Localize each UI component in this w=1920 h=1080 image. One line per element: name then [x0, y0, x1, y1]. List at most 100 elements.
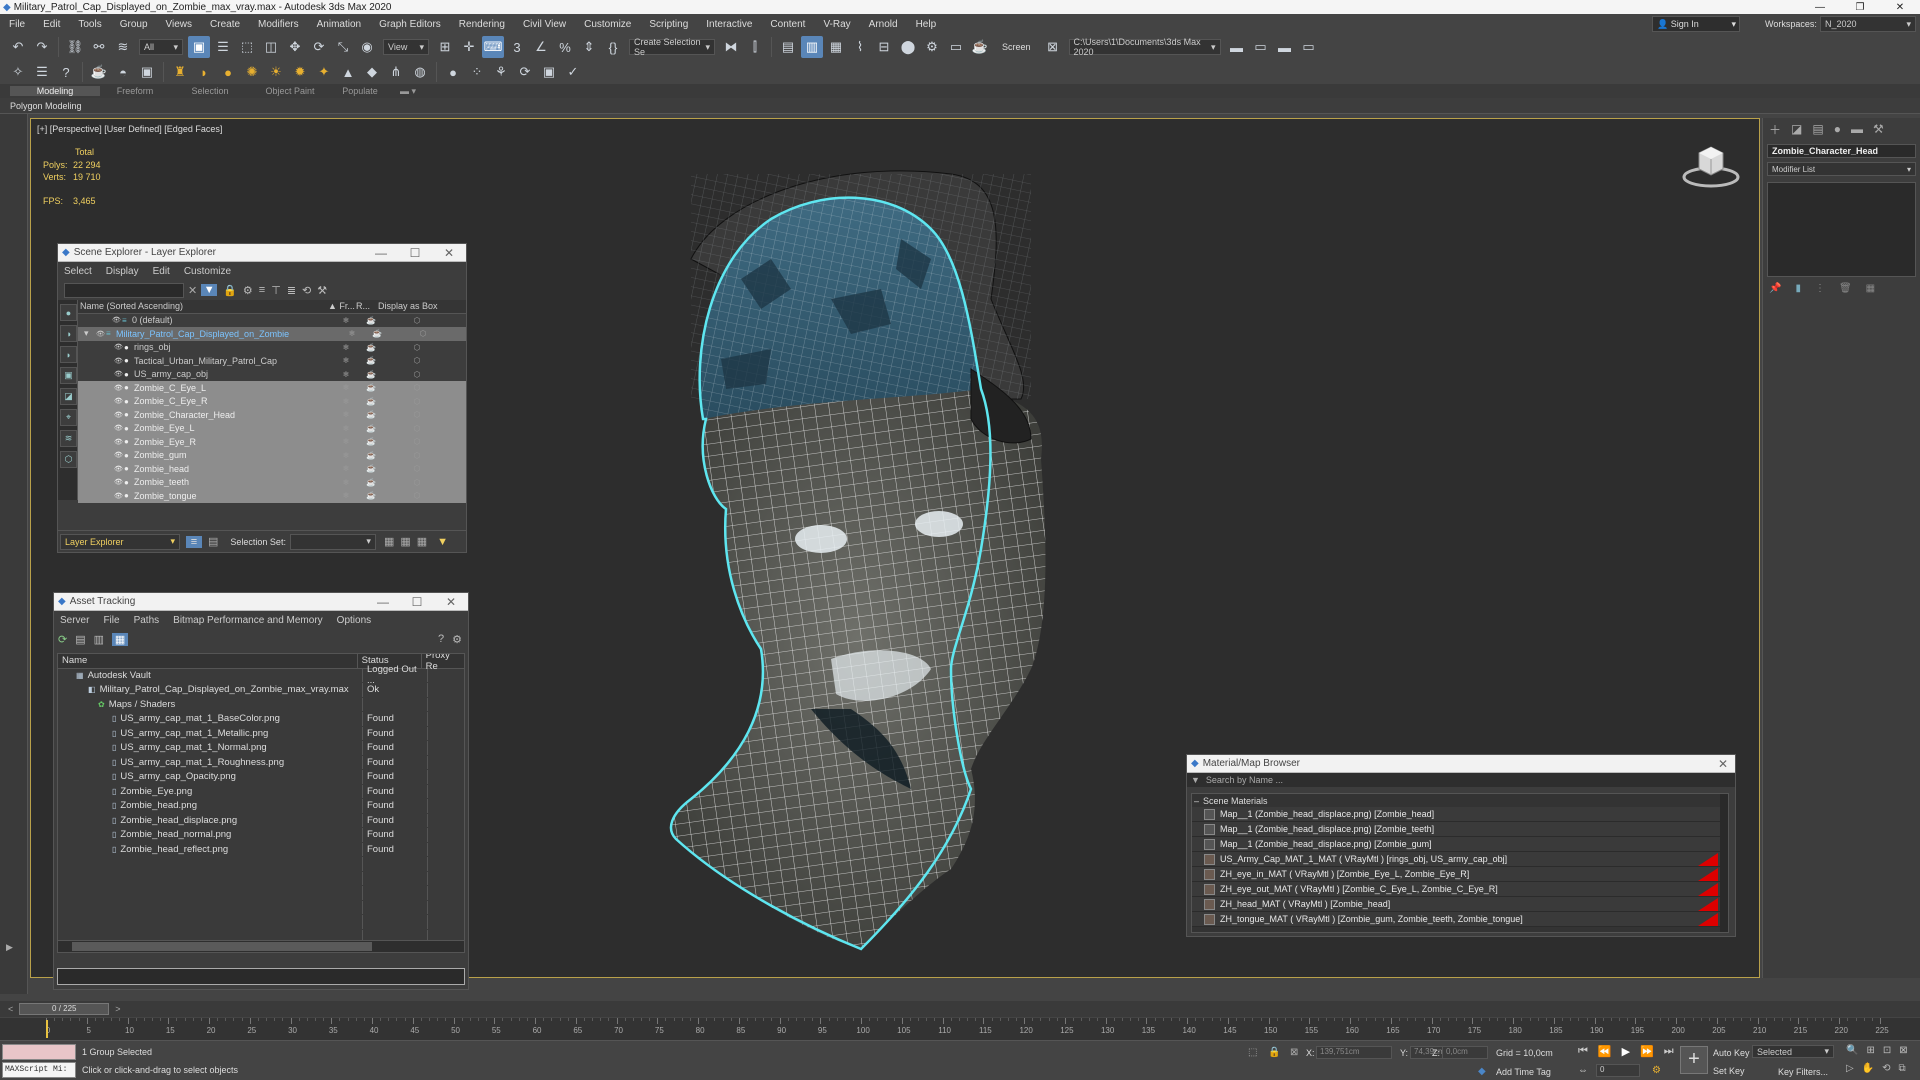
menu-help[interactable]: Help: [907, 19, 946, 30]
key-filter-selection-dropdown[interactable]: Selected ▾: [1752, 1045, 1834, 1058]
scene-explorer-titlebar[interactable]: ◆ Scene Explorer - Layer Explorer — ☐ ✕: [58, 244, 466, 262]
next-frame-icon[interactable]: >: [115, 1004, 120, 1014]
vray-teapot-icon[interactable]: ☕: [88, 61, 110, 83]
asset-row[interactable]: ▯ US_army_cap_mat_1_BaseColor.png Found: [58, 712, 464, 727]
scene-explorer-menu-customize[interactable]: Customize: [184, 266, 231, 277]
material-editor-icon[interactable]: ⬤: [897, 36, 919, 58]
sync-icon[interactable]: ⟲: [302, 284, 311, 297]
rotate-icon[interactable]: ⟳: [308, 36, 330, 58]
hierarchy-icon[interactable]: ⊤: [271, 284, 281, 297]
layer-tree-row[interactable]: 👁 ● Tactical_Urban_Military_Patrol_Cap ❄ ☕ ⬡: [78, 354, 466, 368]
refresh-icon[interactable]: ⟳: [58, 633, 67, 646]
add-time-tag-button[interactable]: Add Time Tag: [1496, 1067, 1551, 1077]
scene-explorer-search-input[interactable]: [64, 282, 184, 298]
horizontal-scrollbar[interactable]: [58, 940, 464, 952]
vray-ies-light-icon[interactable]: ✺: [241, 61, 263, 83]
layer-tree-row[interactable]: 👁 ● Zombie_teeth ❄ ☕ ⬡: [78, 475, 466, 489]
current-frame-field[interactable]: 0: [1596, 1064, 1640, 1077]
z-coord-field[interactable]: 0,0cm: [1442, 1046, 1488, 1059]
selection-filter-dropdown[interactable]: All ▾: [139, 39, 183, 55]
render-production-icon[interactable]: ☕: [969, 36, 991, 58]
zoom-extents-all-icon[interactable]: ⊠: [1899, 1045, 1907, 1056]
filter-funnel-icon[interactable]: ▼: [437, 536, 448, 548]
menu-file[interactable]: File: [0, 19, 34, 30]
asset-tracking-menu-server[interactable]: Server: [60, 615, 89, 626]
link-icon[interactable]: ⛓: [64, 36, 86, 58]
display-groups-icon[interactable]: ⬡: [60, 451, 77, 468]
selection-set-edit-icon[interactable]: ▦: [400, 535, 410, 548]
close-button[interactable]: ✕: [1880, 2, 1920, 13]
display-cameras-icon[interactable]: ◪: [60, 388, 77, 405]
minimize-button[interactable]: —: [364, 246, 398, 260]
vray-vfb-icon[interactable]: ▣: [538, 61, 560, 83]
layer-tree-row[interactable]: 👁 ≡ 0 (default) ❄ ☕ ⬡: [78, 314, 466, 328]
help-icon[interactable]: ?: [55, 61, 77, 83]
schematic-view-icon[interactable]: ⊟: [873, 36, 895, 58]
ribbon-tab-modeling[interactable]: Modeling: [10, 86, 100, 96]
visibility-eye-icon[interactable]: 👁: [114, 357, 124, 365]
set-key-large-button[interactable]: +: [1680, 1046, 1708, 1074]
material-row[interactable]: ZH_eye_in_MAT ( VRayMtl ) [Zombie_Eye_L,…: [1192, 867, 1728, 882]
layer-list-icon[interactable]: ≣: [287, 284, 296, 297]
asset-row[interactable]: ▯ Zombie_head_reflect.png Found: [58, 842, 464, 857]
layer-stack-icon[interactable]: ≡: [259, 284, 265, 296]
configure-modifier-sets-icon[interactable]: ▦: [1866, 283, 1875, 294]
vray-mesh-export-icon[interactable]: ▣: [136, 61, 158, 83]
ribbon-tab-object-paint[interactable]: Object Paint: [250, 86, 330, 96]
viewport-label[interactable]: [+] [Perspective] [User Defined] [Edged …: [37, 124, 222, 134]
menu-scripting[interactable]: Scripting: [640, 19, 697, 30]
maxscript-mini-listener[interactable]: MAXScript Mi:: [2, 1062, 76, 1078]
bind-space-warp-icon[interactable]: ≋: [112, 36, 134, 58]
layer-tree-row[interactable]: 👁 ● Zombie_tongue ❄ ☕ ⬡: [78, 489, 466, 503]
pin-stack-icon[interactable]: 📌: [1769, 283, 1781, 294]
track-bar[interactable]: 0 5 10 15 20 25 30 35 40 45 50 55 60 65 70 75 80 85 90 95 10…: [0, 1018, 1920, 1040]
project-folder-dropdown[interactable]: C:\Users\1\Documents\3ds Max 2020 ▾: [1068, 37, 1221, 57]
isolate-selection-icon[interactable]: ⬚: [1248, 1047, 1257, 1058]
vray-render-icon[interactable]: ▭: [1250, 36, 1272, 58]
vray-sphere-light-icon[interactable]: ●: [217, 61, 239, 83]
asset-tracking-menu-bitmap-performance-and-memory[interactable]: Bitmap Performance and Memory: [173, 615, 323, 626]
visibility-eye-icon[interactable]: 👁: [114, 465, 124, 473]
layer-tree-row[interactable]: ▾ 👁 ≡ Military_Patrol_Cap_Displayed_on_Zomb…: [78, 327, 466, 341]
display-as-box-toggle-icon[interactable]: ⬡: [382, 356, 452, 365]
unlink-icon[interactable]: ⚯: [88, 36, 110, 58]
vray-sphere-fade-icon[interactable]: ◍: [409, 61, 431, 83]
display-as-box-toggle-icon[interactable]: ⬡: [382, 437, 452, 446]
asset-row[interactable]: ▯ US_army_cap_mat_1_Normal.png Found: [58, 741, 464, 756]
menu-animation[interactable]: Animation: [308, 19, 370, 30]
select-object-icon[interactable]: ▣: [188, 36, 210, 58]
window-crossing-icon[interactable]: ◫: [260, 36, 282, 58]
material-row[interactable]: Map__1 (Zombie_head_displace.png) [Zombi…: [1192, 837, 1728, 852]
close-button[interactable]: ✕: [434, 595, 468, 609]
visibility-eye-icon[interactable]: 👁: [114, 492, 124, 500]
close-button[interactable]: ✕: [1711, 757, 1735, 771]
visibility-eye-icon[interactable]: 👁: [114, 384, 124, 392]
options-icon[interactable]: ⚙: [452, 633, 462, 646]
vray-material-library-icon[interactable]: ⁘: [466, 61, 488, 83]
renderable-toggle-icon[interactable]: ☕: [366, 329, 388, 338]
maximize-viewport-icon[interactable]: ⧉: [1899, 1063, 1906, 1074]
select-manipulate-icon[interactable]: ✛: [458, 36, 480, 58]
column-render-header[interactable]: R...: [356, 301, 378, 311]
table-view-icon[interactable]: ▦: [112, 632, 129, 646]
asset-row[interactable]: ▯ Zombie_Eye.png Found: [58, 784, 464, 799]
rectangular-selection-icon[interactable]: ⬚: [236, 36, 258, 58]
spinner-snap-icon[interactable]: ⇕: [578, 36, 600, 58]
pivot-center-icon[interactable]: ⊞: [434, 36, 456, 58]
freeze-toggle-icon[interactable]: ❄: [332, 410, 360, 419]
asset-row[interactable]: ▯ Zombie_head_displace.png Found: [58, 813, 464, 828]
column-name-header[interactable]: Name: [58, 654, 358, 668]
vray-dome-light-icon[interactable]: ◗: [193, 61, 215, 83]
material-row[interactable]: ZH_head_MAT ( VRayMtl ) [Zombie_head]: [1192, 897, 1728, 912]
renderable-toggle-icon[interactable]: ☕: [360, 383, 382, 392]
column-freeze-header[interactable]: ▲ Fr...: [328, 301, 356, 311]
zoom-icon[interactable]: 🔍: [1846, 1045, 1858, 1056]
undo-icon[interactable]: ↶: [7, 36, 29, 58]
display-spacewarps-icon[interactable]: ≋: [60, 430, 77, 447]
percent-snap-icon[interactable]: %: [554, 36, 576, 58]
minimize-button[interactable]: —: [366, 595, 400, 609]
visibility-eye-icon[interactable]: 👁: [114, 397, 124, 405]
visibility-eye-icon[interactable]: 👁: [114, 411, 124, 419]
minimize-button[interactable]: —: [1800, 2, 1840, 13]
previous-key-icon[interactable]: ⏪: [1598, 1045, 1612, 1058]
